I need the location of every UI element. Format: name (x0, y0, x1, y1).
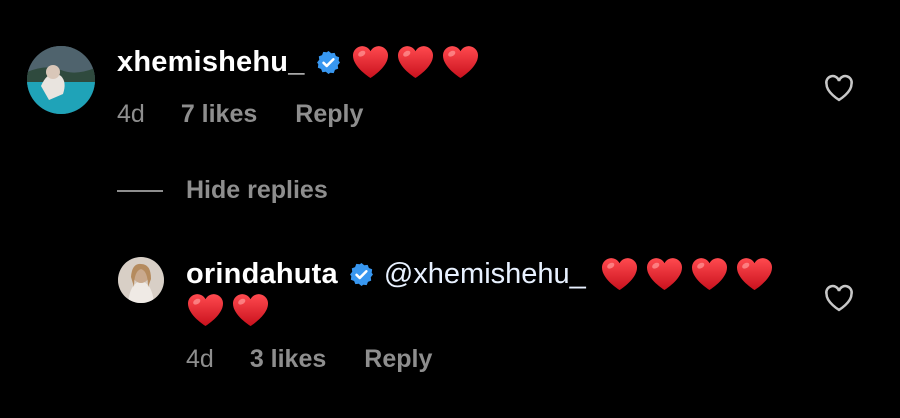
heart-emoji-group (351, 44, 480, 80)
red-heart-emoji (351, 44, 390, 80)
avatar[interactable] (118, 257, 164, 303)
hide-replies-label: Hide replies (186, 176, 328, 204)
red-heart-emoji (600, 256, 639, 292)
divider (117, 189, 163, 192)
red-heart-emoji (186, 292, 225, 328)
red-heart-emoji (735, 256, 774, 292)
heart-outline-icon[interactable] (824, 284, 854, 312)
heart-emoji-group (186, 292, 270, 328)
red-heart-emoji (231, 292, 270, 328)
likes-count[interactable]: 7 likes (181, 100, 257, 129)
red-heart-emoji (441, 44, 480, 80)
verified-badge-icon (316, 50, 341, 75)
avatar[interactable] (27, 46, 95, 114)
red-heart-emoji (645, 256, 684, 292)
heart-emoji-group (600, 256, 774, 292)
likes-count[interactable]: 3 likes (250, 345, 326, 374)
username[interactable]: orindahuta (186, 258, 338, 291)
username[interactable]: xhemishehu_ (117, 46, 305, 79)
comment-time: 4d (117, 100, 145, 128)
mention-link[interactable]: @xhemishehu_ (384, 258, 586, 291)
reply-button[interactable]: Reply (295, 100, 363, 129)
comment-time: 4d (186, 345, 214, 373)
heart-outline-icon[interactable] (824, 74, 854, 102)
red-heart-emoji (690, 256, 729, 292)
red-heart-emoji (396, 44, 435, 80)
hide-replies-button[interactable]: Hide replies (117, 176, 328, 205)
verified-badge-icon (349, 262, 374, 287)
reply-button[interactable]: Reply (364, 345, 432, 374)
